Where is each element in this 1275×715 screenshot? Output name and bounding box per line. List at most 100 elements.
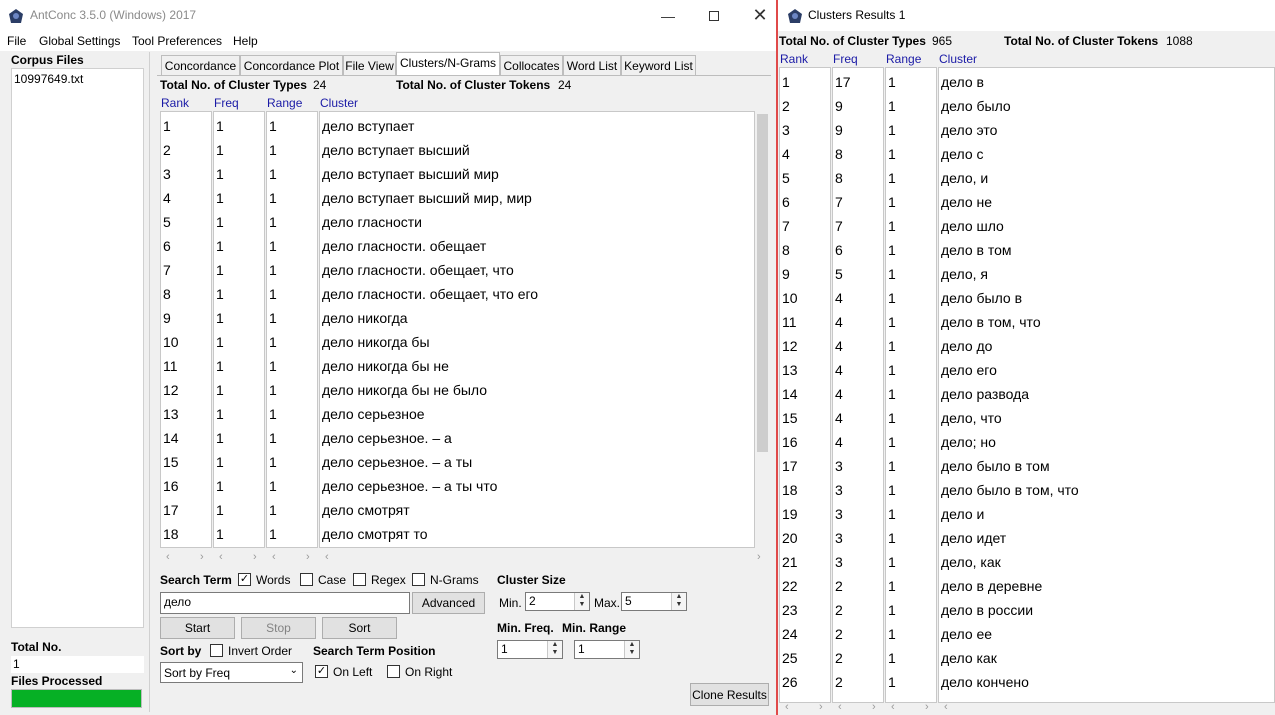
cluster-cell[interactable]: дело никогда бы [322, 334, 430, 350]
cluster-cell[interactable]: дело было в [941, 290, 1022, 306]
sort-button[interactable]: Sort [322, 617, 397, 639]
cluster-cell[interactable]: дело смотрят то [322, 526, 428, 542]
rank-cell[interactable]: 13 [163, 406, 179, 422]
scroll-right-icon[interactable]: › [200, 551, 204, 563]
range-cell[interactable]: 1 [269, 502, 277, 518]
rank-cell[interactable]: 17 [163, 502, 179, 518]
freq-cell[interactable]: 1 [216, 358, 224, 374]
range-cell[interactable]: 1 [888, 602, 896, 618]
freq-cell[interactable]: 2 [835, 602, 843, 618]
column-header-cluster[interactable]: Cluster [320, 96, 358, 110]
range-cell[interactable]: 1 [269, 214, 277, 230]
results-rank-column[interactable]: 1 2 3 4 5 6 7 8 9 10 11 12 13 14 15 16 17 18 19 20 21 22 23 24 2… [779, 67, 831, 703]
scroll-left-icon[interactable]: ‹ [891, 701, 895, 713]
rank-cell[interactable]: 12 [782, 338, 798, 354]
tab-keyword-list[interactable]: Keyword List [621, 55, 696, 75]
scroll-left-icon[interactable]: ‹ [272, 551, 276, 563]
rank-cell[interactable]: 7 [163, 262, 171, 278]
rank-cell[interactable]: 13 [782, 362, 798, 378]
cluster-cell[interactable]: дело вступает высший мир, мир [322, 190, 532, 206]
freq-cell[interactable]: 9 [835, 122, 843, 138]
freq-cell[interactable]: 17 [835, 74, 851, 90]
cluster-cell[interactable]: дело до [941, 338, 992, 354]
freq-cell[interactable]: 9 [835, 98, 843, 114]
rank-cell[interactable]: 11 [782, 314, 797, 330]
range-cell[interactable]: 1 [269, 358, 277, 374]
range-cell[interactable]: 1 [888, 266, 896, 282]
range-cell[interactable]: 1 [888, 218, 896, 234]
rank-cell[interactable]: 14 [163, 430, 179, 446]
scroll-right-icon[interactable]: › [872, 701, 876, 713]
cluster-cell[interactable]: дело серьезное. – а ты [322, 454, 472, 470]
scroll-left-icon[interactable]: ‹ [838, 701, 842, 713]
range-cell[interactable]: 1 [888, 146, 896, 162]
cluster-cell[interactable]: дело вступает высший мир [322, 166, 499, 182]
cluster-cell[interactable]: дело серьезное [322, 406, 425, 422]
freq-cell[interactable]: 2 [835, 674, 843, 690]
cluster-cell[interactable]: дело, и [941, 170, 988, 186]
results-cluster-column[interactable]: дело в дело было дело это дело с дело, и дело… [938, 67, 1275, 703]
range-cell[interactable]: 1 [888, 482, 896, 498]
range-cell[interactable]: 1 [888, 674, 896, 690]
freq-cell[interactable]: 1 [216, 166, 224, 182]
rank-cell[interactable]: 22 [782, 578, 798, 594]
maximize-button[interactable] [691, 0, 737, 31]
cluster-cell[interactable]: дело вступает [322, 118, 414, 134]
cluster-cell[interactable]: дело никогда бы не было [322, 382, 487, 398]
advanced-button[interactable]: Advanced [412, 592, 485, 614]
range-cell[interactable]: 1 [888, 506, 896, 522]
range-cell[interactable]: 1 [888, 458, 896, 474]
freq-cell[interactable]: 4 [835, 338, 843, 354]
range-cell[interactable]: 1 [269, 238, 277, 254]
results-range-column[interactable]: 1 1 1 1 1 1 1 1 1 1 1 1 1 1 1 1 1 1 1 1 1 1 1 1 1 1 [885, 67, 937, 703]
freq-cell[interactable]: 1 [216, 526, 224, 542]
range-cell[interactable]: 1 [888, 410, 896, 426]
cluster-cell[interactable]: дело было в том [941, 458, 1050, 474]
on-right-checkbox[interactable] [387, 665, 400, 678]
freq-column[interactable]: 1 1 1 1 1 1 1 1 1 1 1 1 1 1 1 1 1 1 [213, 111, 265, 548]
freq-cell[interactable]: 1 [216, 190, 224, 206]
min-freq-spinbox[interactable]: 1 ▲ ▼ [497, 640, 563, 659]
range-cell[interactable]: 1 [269, 406, 277, 422]
freq-cell[interactable]: 1 [216, 502, 224, 518]
freq-cell[interactable]: 7 [835, 218, 843, 234]
range-cell[interactable]: 1 [888, 122, 896, 138]
freq-cell[interactable]: 8 [835, 170, 843, 186]
search-input[interactable]: дело [160, 592, 410, 614]
cluster-cell[interactable]: дело в россии [941, 602, 1033, 618]
tab-clusters-ngrams[interactable]: Clusters/N-Grams [396, 52, 500, 76]
minimize-button[interactable]: — [645, 0, 691, 31]
spin-arrows-icon[interactable]: ▲ ▼ [574, 593, 589, 610]
range-cell[interactable]: 1 [888, 170, 896, 186]
ngrams-checkbox[interactable] [412, 573, 425, 586]
freq-cell[interactable]: 4 [835, 314, 843, 330]
stop-button[interactable]: Stop [241, 617, 316, 639]
range-cell[interactable]: 1 [269, 118, 277, 134]
range-cell[interactable]: 1 [888, 194, 896, 210]
freq-cell[interactable]: 2 [835, 578, 843, 594]
rank-cell[interactable]: 10 [163, 334, 179, 350]
cluster-cell[interactable]: дело смотрят [322, 502, 410, 518]
cluster-cell[interactable]: дело развода [941, 386, 1029, 402]
column-header-range[interactable]: Range [267, 96, 302, 110]
rank-cell[interactable]: 5 [163, 214, 171, 230]
rank-cell[interactable]: 7 [782, 218, 790, 234]
cluster-cell[interactable]: дело и [941, 506, 984, 522]
cluster-cell[interactable]: дело в том [941, 242, 1012, 258]
start-button[interactable]: Start [160, 617, 235, 639]
range-cell[interactable]: 1 [888, 554, 896, 570]
freq-cell[interactable]: 1 [216, 478, 224, 494]
cluster-column[interactable]: дело вступает дело вступает высший дело вс… [319, 111, 755, 548]
freq-cell[interactable]: 1 [216, 406, 224, 422]
rank-cell[interactable]: 3 [163, 166, 171, 182]
range-cell[interactable]: 1 [888, 362, 896, 378]
min-range-spinbox[interactable]: 1 ▲ ▼ [574, 640, 640, 659]
freq-cell[interactable]: 4 [835, 386, 843, 402]
rank-cell[interactable]: 18 [163, 526, 179, 542]
freq-cell[interactable]: 3 [835, 458, 843, 474]
column-header-rank[interactable]: Rank [161, 96, 189, 110]
clone-results-button[interactable]: Clone Results [690, 683, 769, 706]
cluster-cell[interactable]: дело его [941, 362, 997, 378]
range-cell[interactable]: 1 [269, 526, 277, 542]
cluster-cell[interactable]: дело; но [941, 434, 996, 450]
